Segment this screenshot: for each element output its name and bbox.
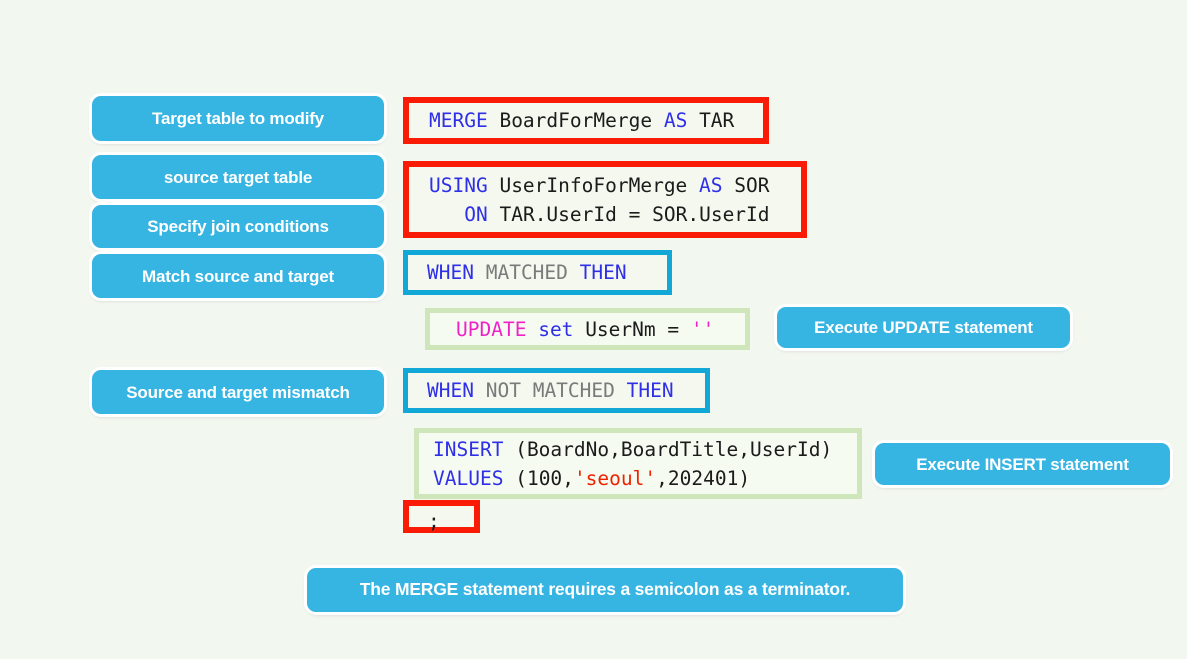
label-text: Match source and target: [142, 266, 334, 286]
sql-keyword-as: AS: [699, 173, 723, 197]
sql-keyword-set: set: [538, 317, 574, 341]
sql-keyword-matched: MATCHED: [532, 379, 615, 402]
code-block-using-on: USING UserInfoForMerge AS SOR ON TAR.Use…: [403, 161, 807, 238]
sql-keyword-when: WHEN: [427, 261, 474, 284]
code-line-insert: INSERT (BoardNo,BoardTitle,UserId): [433, 435, 857, 464]
code-block-when-matched: WHEN MATCHED THEN: [403, 250, 672, 295]
code-line-merge: MERGE BoardForMerge AS TAR: [429, 106, 763, 135]
sql-keyword-values: VALUES: [433, 466, 504, 490]
label-execute-update-statement[interactable]: Execute UPDATE statement: [777, 307, 1070, 348]
label-text: Specify join conditions: [147, 217, 329, 236]
code-line-values: VALUES (100,'seoul',202401): [433, 464, 857, 493]
diagram-canvas: Target table to modify source target tab…: [0, 0, 1187, 659]
sql-keyword-then: THEN: [579, 261, 627, 284]
sql-value-boardno: 100: [526, 466, 563, 490]
code-line-when-matched: WHEN MATCHED THEN: [427, 258, 667, 287]
sql-keyword-as: AS: [663, 109, 688, 132]
code-block-insert-values: INSERT (BoardNo,BoardTitle,UserId) VALUE…: [414, 428, 862, 499]
code-block-when-not-matched: WHEN NOT MATCHED THEN: [403, 368, 710, 413]
label-target-table-to-modify[interactable]: Target table to modify: [92, 96, 384, 141]
sql-table-source: UserInfoForMerge: [499, 173, 688, 197]
sql-table-target: BoardForMerge: [499, 109, 653, 132]
sql-keyword-merge: MERGE: [429, 109, 488, 132]
code-block-merge: MERGE BoardForMerge AS TAR: [403, 97, 769, 144]
sql-paren-open: (: [515, 466, 527, 490]
code-line-terminator: ;: [428, 507, 474, 536]
label-text: source target table: [163, 167, 313, 187]
sql-column-usernm: UserNm: [585, 317, 656, 341]
code-line-when-not-matched: WHEN NOT MATCHED THEN: [427, 376, 705, 405]
sql-keyword-on: ON: [464, 202, 488, 226]
sql-keyword-insert: INSERT: [433, 437, 504, 461]
sql-value-userid: 202401: [667, 466, 739, 490]
label-match-source-and-target[interactable]: Match source and target: [92, 254, 384, 298]
sql-comma: ,: [656, 466, 668, 490]
footer-note-text: The MERGE statement requires a semicolon…: [359, 579, 851, 600]
sql-keyword-when: WHEN: [427, 379, 474, 402]
code-line-using: USING UserInfoForMerge AS SOR: [429, 171, 801, 200]
sql-comma: ,: [562, 466, 574, 490]
sql-paren-close: ): [738, 466, 751, 490]
label-source-and-target-mismatch[interactable]: Source and target mismatch: [92, 370, 384, 414]
label-specify-join-conditions[interactable]: Specify join conditions: [92, 205, 384, 248]
sql-keyword-using: USING: [429, 173, 488, 197]
sql-statement-terminator: ;: [428, 510, 440, 533]
sql-operator-equals: =: [628, 202, 641, 226]
label-execute-insert-statement[interactable]: Execute INSERT statement: [875, 443, 1170, 485]
sql-on-right: SOR.UserId: [652, 202, 770, 226]
sql-operator-equals: =: [667, 317, 680, 341]
sql-empty-string-literal: '': [690, 317, 715, 341]
sql-alias-sor: SOR: [734, 173, 770, 197]
sql-alias-tar: TAR: [699, 109, 735, 132]
label-text: Execute UPDATE statement: [814, 318, 1033, 337]
code-block-update: UPDATE set UserNm = '': [425, 308, 750, 350]
sql-insert-columns: (BoardNo,BoardTitle,UserId): [515, 437, 833, 461]
label-text: Target table to modify: [152, 109, 324, 128]
sql-keyword-then: THEN: [626, 379, 674, 402]
label-text: Source and target mismatch: [126, 382, 350, 402]
sql-keyword-not: NOT: [485, 379, 521, 402]
code-block-terminator: ;: [403, 500, 480, 533]
label-text: Execute INSERT statement: [916, 454, 1129, 474]
sql-keyword-matched: MATCHED: [485, 261, 568, 284]
label-source-target-table[interactable]: source target table: [92, 155, 384, 199]
footer-note[interactable]: The MERGE statement requires a semicolon…: [307, 568, 903, 612]
code-line-update: UPDATE set UserNm = '': [456, 315, 745, 344]
sql-keyword-update: UPDATE: [456, 317, 527, 341]
code-line-on: ON TAR.UserId = SOR.UserId: [429, 200, 801, 229]
sql-on-left: TAR.UserId: [499, 202, 617, 226]
sql-value-boardtitle: 'seoul': [573, 466, 657, 490]
